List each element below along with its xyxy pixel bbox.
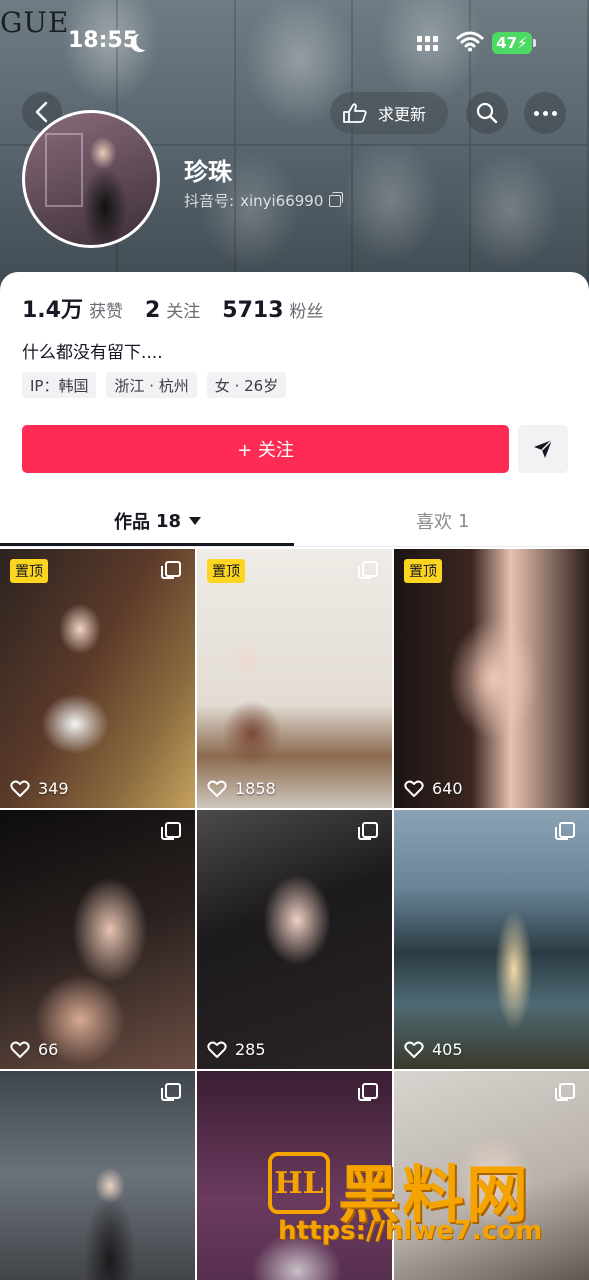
stat-following[interactable]: 2 关注 — [145, 297, 200, 323]
likes-count: 285 — [235, 1040, 266, 1059]
heart-icon — [207, 780, 227, 797]
video-thumbnail[interactable]: 285 — [197, 810, 392, 1069]
tag-gender-age: 女 · 26岁 — [206, 372, 287, 398]
heart-icon — [404, 780, 424, 797]
likes-count: 640 — [432, 779, 463, 798]
copy-icon[interactable] — [329, 191, 344, 207]
tab-works-label: 作品 — [114, 512, 150, 533]
multi-image-icon — [555, 822, 575, 840]
likes-count: 349 — [38, 779, 69, 798]
video-likes: 349 — [10, 779, 69, 798]
cellular-signal-icon — [417, 36, 439, 52]
multi-image-icon — [358, 822, 378, 840]
video-thumbnail[interactable]: 405 — [394, 810, 589, 1069]
tab-likes-count: 1 — [458, 510, 470, 532]
pinned-badge: 置顶 — [404, 559, 442, 583]
video-thumbnail[interactable]: 置顶 1858 — [197, 549, 392, 808]
multi-image-icon — [555, 1083, 575, 1101]
heart-icon — [10, 1041, 30, 1058]
video-thumbnail[interactable]: 置顶 640 — [394, 549, 589, 808]
stat-value: 5713 — [222, 298, 284, 323]
video-likes: 1858 — [207, 779, 276, 798]
stat-label: 获赞 — [88, 302, 123, 322]
multi-image-icon — [358, 561, 378, 579]
watermark-logo: HL — [268, 1152, 330, 1214]
more-dots-icon — [533, 110, 539, 116]
search-icon — [476, 102, 498, 124]
display-name: 珍珠 — [184, 158, 232, 186]
tab-likes[interactable]: 喜欢 1 — [416, 508, 469, 534]
pinned-badge: 置顶 — [10, 559, 48, 583]
likes-count: 1858 — [235, 779, 276, 798]
banner-text: GUE — [0, 6, 70, 39]
video-thumbnail[interactable] — [0, 1071, 195, 1280]
video-likes: 405 — [404, 1040, 463, 1059]
bio-text: 什么都没有留下.... — [22, 343, 163, 363]
multi-image-icon — [161, 1083, 181, 1101]
watermark-url: https://hlwe7.com — [278, 1216, 543, 1246]
profile-tags: IP：韩国 浙江 · 杭州 女 · 26岁 — [22, 372, 287, 398]
stat-value: 2 — [144, 298, 161, 323]
heart-icon — [207, 1041, 227, 1058]
heart-icon — [404, 1041, 424, 1058]
likes-count: 405 — [432, 1040, 463, 1059]
wifi-icon — [456, 31, 484, 52]
likes-count: 66 — [38, 1040, 59, 1059]
stat-value: 1.4万 — [22, 298, 83, 323]
douyin-id[interactable]: 抖音号: xinyi66990 — [184, 190, 344, 211]
search-button[interactable] — [466, 92, 508, 134]
douyin-id-label: 抖音号: — [184, 192, 235, 210]
avatar[interactable] — [22, 110, 160, 248]
battery-level: 47 — [496, 34, 518, 52]
stat-followers[interactable]: 5713 粉丝 — [222, 297, 323, 323]
multi-image-icon — [358, 1083, 378, 1101]
request-update-button[interactable]: 求更新 — [330, 92, 448, 134]
pointing-hand-icon — [343, 103, 367, 123]
douyin-id-value: xinyi66990 — [240, 191, 324, 210]
more-options-button[interactable] — [524, 92, 566, 134]
video-likes: 285 — [207, 1040, 266, 1059]
tab-divider — [0, 546, 589, 547]
tab-likes-label: 喜欢 — [416, 512, 452, 533]
status-time: 18:55 — [68, 28, 139, 53]
video-likes: 66 — [10, 1040, 58, 1059]
pinned-badge: 置顶 — [207, 559, 245, 583]
multi-image-icon — [161, 561, 181, 579]
request-update-label: 求更新 — [378, 105, 427, 124]
tag-location: 浙江 · 杭州 — [106, 372, 197, 398]
stat-likes: 1.4万 获赞 — [22, 292, 123, 324]
video-thumbnail[interactable]: 66 — [0, 810, 195, 1069]
watermark: HL 黑料网 https://hlwe7.com — [268, 1150, 568, 1250]
video-thumbnail[interactable]: 置顶 349 — [0, 549, 195, 808]
stat-label: 关注 — [166, 302, 201, 322]
send-icon — [534, 439, 553, 458]
heart-icon — [10, 780, 30, 797]
caret-down-icon[interactable] — [189, 517, 202, 525]
multi-image-icon — [161, 822, 181, 840]
video-likes: 640 — [404, 779, 463, 798]
tab-works-count: 18 — [156, 510, 182, 532]
tab-works[interactable]: 作品 18 — [114, 508, 202, 534]
battery-icon: 47 ⚡ — [492, 32, 536, 54]
follow-button[interactable]: + 关注 — [22, 425, 509, 473]
profile-stats: 1.4万 获赞 2 关注 5713 粉丝 — [22, 292, 346, 324]
stat-label: 粉丝 — [289, 302, 324, 322]
tag-ip: IP：韩国 — [22, 372, 97, 398]
chevron-left-icon — [35, 101, 48, 123]
share-button[interactable] — [518, 425, 568, 473]
